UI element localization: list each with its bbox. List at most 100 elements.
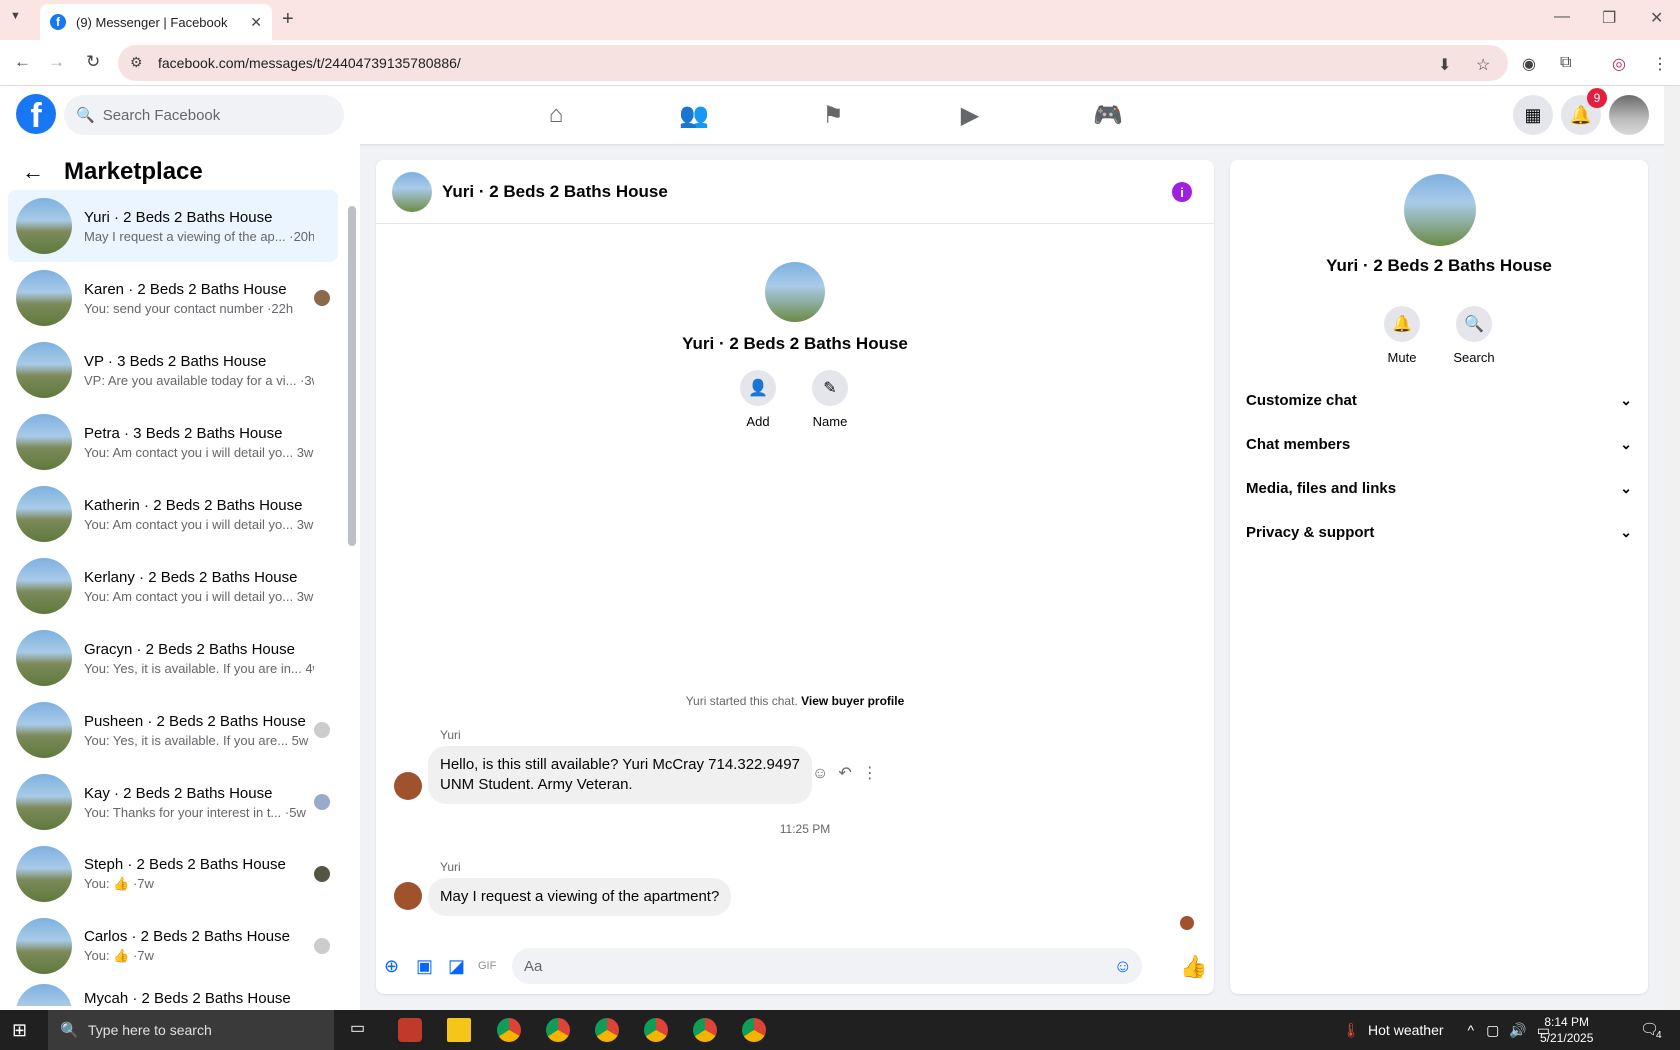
thumbs-up-icon[interactable]: 👍 [1180,954,1207,980]
listing-thumbnail [16,270,72,326]
privacy-support-section[interactable]: Privacy & support ⌄ [1246,512,1632,552]
tab-list-icon[interactable]: ▼ [10,10,21,22]
forward-icon[interactable]: → [48,52,65,72]
new-tab-button[interactable]: + [282,8,294,31]
plus-circle-icon[interactable]: ⊕ [384,956,399,977]
video-icon[interactable]: ▶ [950,98,990,132]
chat-started-notice: Yuri started this chat. View buyer profi… [376,694,1214,708]
app-icon[interactable] [398,1018,422,1042]
reload-icon[interactable]: ↻ [86,52,100,72]
pages-flag-icon[interactable]: ⚑ [813,98,853,132]
conversation-item[interactable]: Steph · 2 Beds 2 Baths House You: 👍 ·7w [8,838,338,910]
menu-grid-icon[interactable]: ▦ [1513,95,1553,135]
windows-taskbar: ⊞ 🔍 Type here to search ▭ 🌡 Hot weather … [0,1010,1680,1050]
message-input[interactable]: Aa ☺ [512,948,1142,984]
conversation-list: Yuri · 2 Beds 2 Baths House May I request… [8,190,338,1006]
conversation-item[interactable]: Pusheen · 2 Beds 2 Baths House You: Yes, … [8,694,338,766]
install-icon[interactable]: ⬇ [1438,55,1451,75]
chrome-icon[interactable] [546,1018,570,1042]
sidebar-scrollbar[interactable] [348,206,356,546]
action-center-count: 4 [1656,1030,1662,1041]
weather-text[interactable]: Hot weather [1368,1022,1443,1038]
friends-icon[interactable]: 👥 [674,98,714,132]
add-button[interactable]: 👤 Add [728,370,788,429]
sender-name: Yuri [440,860,461,874]
chat-title[interactable]: Yuri · 2 Beds 2 Baths House [442,182,668,202]
conversation-item[interactable]: Kay · 2 Beds 2 Baths House You: Thanks fo… [8,766,338,838]
close-window-icon[interactable]: ✕ [1650,8,1663,28]
maximize-icon[interactable]: ❐ [1602,8,1616,28]
emoji-icon[interactable]: ☺ [1114,956,1132,977]
mute-button[interactable]: 🔔 Mute [1372,306,1432,365]
conversation-item[interactable]: Carlos · 2 Beds 2 Baths House You: 👍 ·7w [8,910,338,982]
chat-avatar[interactable] [392,171,432,212]
gaming-icon[interactable]: 🎮 [1088,98,1128,132]
chrome-icon[interactable] [644,1018,668,1042]
extensions-icon[interactable]: ⧉ [1560,54,1571,72]
section-label: Media, files and links [1246,479,1397,497]
volume-icon[interactable]: 🔊 [1509,1022,1526,1039]
more-icon[interactable]: ⋮ [862,765,888,782]
profile-icon[interactable]: ◎ [1612,54,1626,74]
conversation-preview: May I request a viewing of the ap... ·20… [84,228,314,244]
conversation-item[interactable]: Karen · 2 Beds 2 Baths House You: send yo… [8,262,338,334]
browser-menu-icon[interactable]: ⋮ [1652,54,1668,74]
site-settings-icon[interactable]: ⚙ [130,54,143,71]
conversation-preview: You: Am contact you i will detail yo... … [84,516,314,532]
taskbar-clock[interactable]: 8:14 PM 5/21/2025 [1540,1014,1593,1046]
conversation-item[interactable]: VP · 3 Beds 2 Baths House VP: Are you ava… [8,334,338,406]
sender-avatar[interactable] [394,772,422,800]
clock-date: 5/21/2025 [1540,1031,1594,1045]
facebook-search-input[interactable]: 🔍 Search Facebook [64,95,344,135]
chrome-icon[interactable] [497,1018,521,1042]
listing-thumbnail [16,558,72,614]
chrome-icon[interactable] [595,1018,619,1042]
search-placeholder: Search Facebook [102,106,221,124]
chevron-up-icon[interactable]: ^ [1468,1022,1475,1038]
info-icon[interactable]: i [1172,182,1192,202]
chrome-icon[interactable] [693,1018,717,1042]
meet-now-icon[interactable]: ▢ [1486,1022,1499,1039]
photo-icon[interactable]: ▣ [416,956,433,977]
conversation-item[interactable]: Kerlany · 2 Beds 2 Baths House You: Am co… [8,550,338,622]
search-chat-button[interactable]: 🔍 Search [1444,306,1504,365]
close-tab-icon[interactable]: ✕ [250,14,262,31]
sticker-icon[interactable]: ◪ [448,956,465,977]
page-scrollbar[interactable] [1664,86,1680,1010]
conversation-item[interactable]: Petra · 3 Beds 2 Baths House You: Am cont… [8,406,338,478]
react-icon[interactable]: ☺ [812,765,838,782]
sticky-notes-icon[interactable] [447,1018,471,1042]
conversation-title: Gracyn · 2 Beds 2 Baths House [84,640,295,658]
home-icon[interactable]: ⌂ [536,98,576,132]
url-input[interactable]: ⚙ facebook.com/messages/t/24404739135780… [118,45,1508,81]
facebook-logo-icon[interactable]: f [16,94,56,134]
customize-chat-section[interactable]: Customize chat ⌄ [1246,380,1632,420]
back-icon[interactable]: ← [14,52,31,72]
back-arrow-icon[interactable]: ← [22,159,44,185]
rename-button[interactable]: ✎ Name [800,370,860,429]
copilot-icon[interactable]: ◉ [1522,54,1536,74]
conversation-title: Kerlany · 2 Beds 2 Baths House [84,568,298,586]
conversation-item[interactable]: Katherin · 2 Beds 2 Baths House You: Am c… [8,478,338,550]
conversation-item[interactable]: Mycah · 2 Beds 2 Baths House [8,982,338,1006]
view-buyer-profile-link[interactable]: View buyer profile [801,694,904,708]
chrome-icon[interactable] [742,1018,766,1042]
message-bubble[interactable]: May I request a viewing of the apartment… [428,878,732,916]
listing-thumbnail [16,918,72,974]
taskbar-search-input[interactable]: 🔍 Type here to search [48,1010,334,1050]
conversation-item[interactable]: Gracyn · 2 Beds 2 Baths House You: Yes, i… [8,622,338,694]
task-view-icon[interactable]: ▭ [350,1018,374,1042]
conversation-item[interactable]: Yuri · 2 Beds 2 Baths House May I request… [8,190,338,262]
message-bubble[interactable]: Hello, is this still available? Yuri McC… [428,746,812,804]
bookmark-star-icon[interactable]: ☆ [1476,55,1490,75]
add-person-icon: 👤 [740,370,776,406]
media-files-section[interactable]: Media, files and links ⌄ [1246,468,1632,508]
chat-members-section[interactable]: Chat members ⌄ [1246,424,1632,464]
account-avatar[interactable] [1609,95,1649,135]
gif-icon[interactable]: GIF [478,960,496,972]
browser-tab[interactable]: f (9) Messenger | Facebook ✕ [40,4,272,40]
minimize-icon[interactable]: — [1554,8,1570,26]
sender-avatar[interactable] [394,882,422,910]
windows-start-icon[interactable]: ⊞ [12,1020,27,1041]
reply-icon[interactable]: ↶ [838,765,861,782]
